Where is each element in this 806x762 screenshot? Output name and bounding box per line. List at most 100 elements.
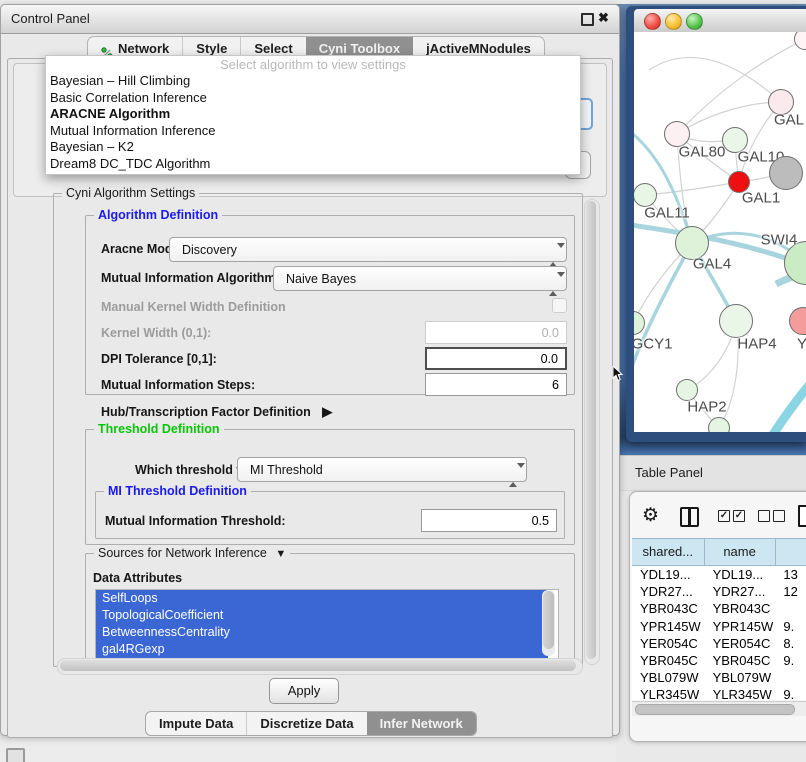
sources-toggle[interactable]: Sources for Network Inference ▼ [94,546,290,560]
data-attributes-list: SelfLoops TopologicalCoefficient Between… [95,589,559,659]
manual-kernel-label: Manual Kernel Width Definition [101,300,286,314]
dropdown-item[interactable]: Bayesian – Hill Climbing [46,73,580,90]
tab-discretize-data[interactable]: Discretize Data [246,712,366,735]
list-item[interactable]: gal4RGexp [96,641,548,658]
table-row[interactable]: YBR045C YBR045C 9. [632,652,806,669]
scrollbar-thumb[interactable] [586,201,596,659]
column-header-extra[interactable] [776,539,806,565]
settings-vertical-scrollbar[interactable] [584,199,600,665]
selected-value: MI Threshold [250,463,323,477]
unchecked-checkbox-icon[interactable] [758,510,770,522]
checked-checkbox-icon[interactable]: ✓ [733,510,745,522]
table-horizontal-scrollbar[interactable] [632,701,806,716]
tab-impute-data[interactable]: Impute Data [146,712,246,735]
zoom-traffic-light-icon[interactable] [686,13,703,30]
close-icon[interactable]: ✖ [598,10,609,26]
network-node-label: HAP2 [687,399,726,416]
network-node[interactable] [708,417,730,432]
hub-definition-toggle[interactable]: Hub/Transcription Factor Definition ▶ [101,404,332,420]
dropdown-item[interactable]: Mutual Information Inference [46,123,580,140]
float-window-icon[interactable] [581,13,594,26]
spinner-icon [549,243,557,268]
control-panel-window: Control Panel ✖ Network Style Select Cy [0,4,620,736]
network-node-label: GAL1 [742,190,780,207]
unchecked-checkbox-icon[interactable] [773,510,785,522]
table-row[interactable]: YDR27... YDR27... 12 [632,583,806,600]
minimize-traffic-light-icon[interactable] [665,13,682,30]
collapsed-panel-icon[interactable] [6,748,25,762]
table-toolbar: ⚙ ✓ ✓ [630,500,806,534]
column-header-shared[interactable]: shared... [632,539,705,565]
group-title: Algorithm Definition [94,208,222,222]
table-panel-title: Table Panel [635,465,703,480]
group-title: Threshold Definition [94,422,224,436]
kernel-width-field[interactable]: 0.0 [425,321,567,344]
aracne-mode-select[interactable]: Discovery [169,237,567,262]
network-node-label: GAL80 [679,144,726,161]
dropdown-item[interactable]: ARACNE Algorithm [46,106,580,123]
network-node-label: GAL11 [644,205,690,222]
network-window-titlebar[interactable] [634,9,806,33]
column-layout-icon[interactable] [680,507,699,527]
group-title: Cyni Algorithm Settings [62,186,199,200]
dropdown-item[interactable]: Bayesian – K2 [46,139,580,156]
group-title: MI Threshold Definition [104,484,251,498]
apply-button[interactable]: Apply [269,678,339,704]
mi-threshold-label: Mutual Information Threshold: [105,514,286,528]
chevron-down-icon: ▼ [275,548,286,560]
close-traffic-light-icon[interactable] [644,13,661,30]
table-rows: YDL19... YDL19... 13 YDR27... YDR27... 1… [632,566,806,700]
network-node[interactable] [719,304,753,338]
manual-kernel-checkbox[interactable] [552,298,567,313]
scrollbar-thumb[interactable] [60,660,576,671]
tab-infer-network[interactable]: Infer Network [367,712,476,735]
network-tab-icon [101,43,113,55]
column-header-name[interactable]: name [705,539,776,565]
table-row[interactable]: YLR345W YLR345W 9. [632,686,806,700]
data-attributes-label: Data Attributes [93,571,182,585]
mi-steps-label: Mutual Information Steps: [101,378,255,392]
algorithm-dropdown-popup: Select algorithm to view settings Bayesi… [45,55,581,175]
table-row[interactable]: YPR145W YPR145W 9. [632,618,806,635]
dropdown-items: Bayesian – Hill Climbing Basic Correlati… [46,73,580,173]
tab-label: Impute Data [159,712,233,735]
mi-threshold-field[interactable]: 0.5 [421,509,557,532]
table-row[interactable]: YBR043C YBR043C [632,600,806,617]
control-panel-titlebar: Control Panel ✖ [1,5,619,34]
list-item[interactable]: TopologicalCoefficient [96,607,548,624]
list-item[interactable]: SelfLoops [96,590,548,607]
spinner-icon [549,272,557,297]
network-node-label: GAL [774,112,804,129]
kernel-width-label: Kernel Width (0,1): [101,326,211,340]
mi-steps-field[interactable]: 6 [425,373,567,396]
scrollbar-thumb[interactable] [635,704,795,715]
scrollbar-thumb[interactable] [543,591,554,649]
dpi-tolerance-field[interactable]: 0.0 [425,347,567,370]
which-threshold-select[interactable]: MI Threshold [237,457,527,482]
attribute-list-scrollbar[interactable] [542,590,555,656]
window-title: Control Panel [11,11,90,26]
list-item[interactable]: BetweennessCentrality [96,624,548,641]
checked-checkbox-icon[interactable]: ✓ [718,510,730,522]
tab-label: Discretize Data [260,712,353,735]
cyni-bottom-tabbar: Impute Data Discretize Data Infer Networ… [145,711,477,736]
gear-icon[interactable]: ⚙ [642,504,659,527]
network-node[interactable] [769,156,803,190]
network-node-label: GCY1 [634,336,672,353]
network-canvas[interactable]: GALGAL80GAL10GAL1GAL11SWI4GAL4GCY1HAP4YH… [634,32,806,432]
table-row[interactable]: YER054C YER054C 8. [632,635,806,652]
network-view-window: GALGAL80GAL10GAL1GAL11SWI4GAL4GCY1HAP4YH… [626,6,806,442]
screen: GALGAL80GAL10GAL1GAL11SWI4GAL4GCY1HAP4YH… [0,0,806,762]
dropdown-item[interactable]: Dream8 DC_TDC Algorithm [46,156,580,173]
table-row[interactable]: YDL19... YDL19... 13 [632,566,806,583]
network-node-label: GAL4 [693,256,731,273]
network-node[interactable] [634,183,657,207]
network-node-label: SWI4 [761,232,798,249]
table-row[interactable]: YBL079W YBL079W [632,669,806,686]
dpi-tolerance-label: DPI Tolerance [0,1]: [101,352,217,366]
mi-type-select[interactable]: Naive Bayes [273,266,567,291]
settings-horizontal-scrollbar[interactable] [57,658,583,675]
document-icon[interactable] [798,505,806,527]
selected-value: Naive Bayes [286,272,356,286]
dropdown-item[interactable]: Basic Correlation Inference [46,90,580,107]
